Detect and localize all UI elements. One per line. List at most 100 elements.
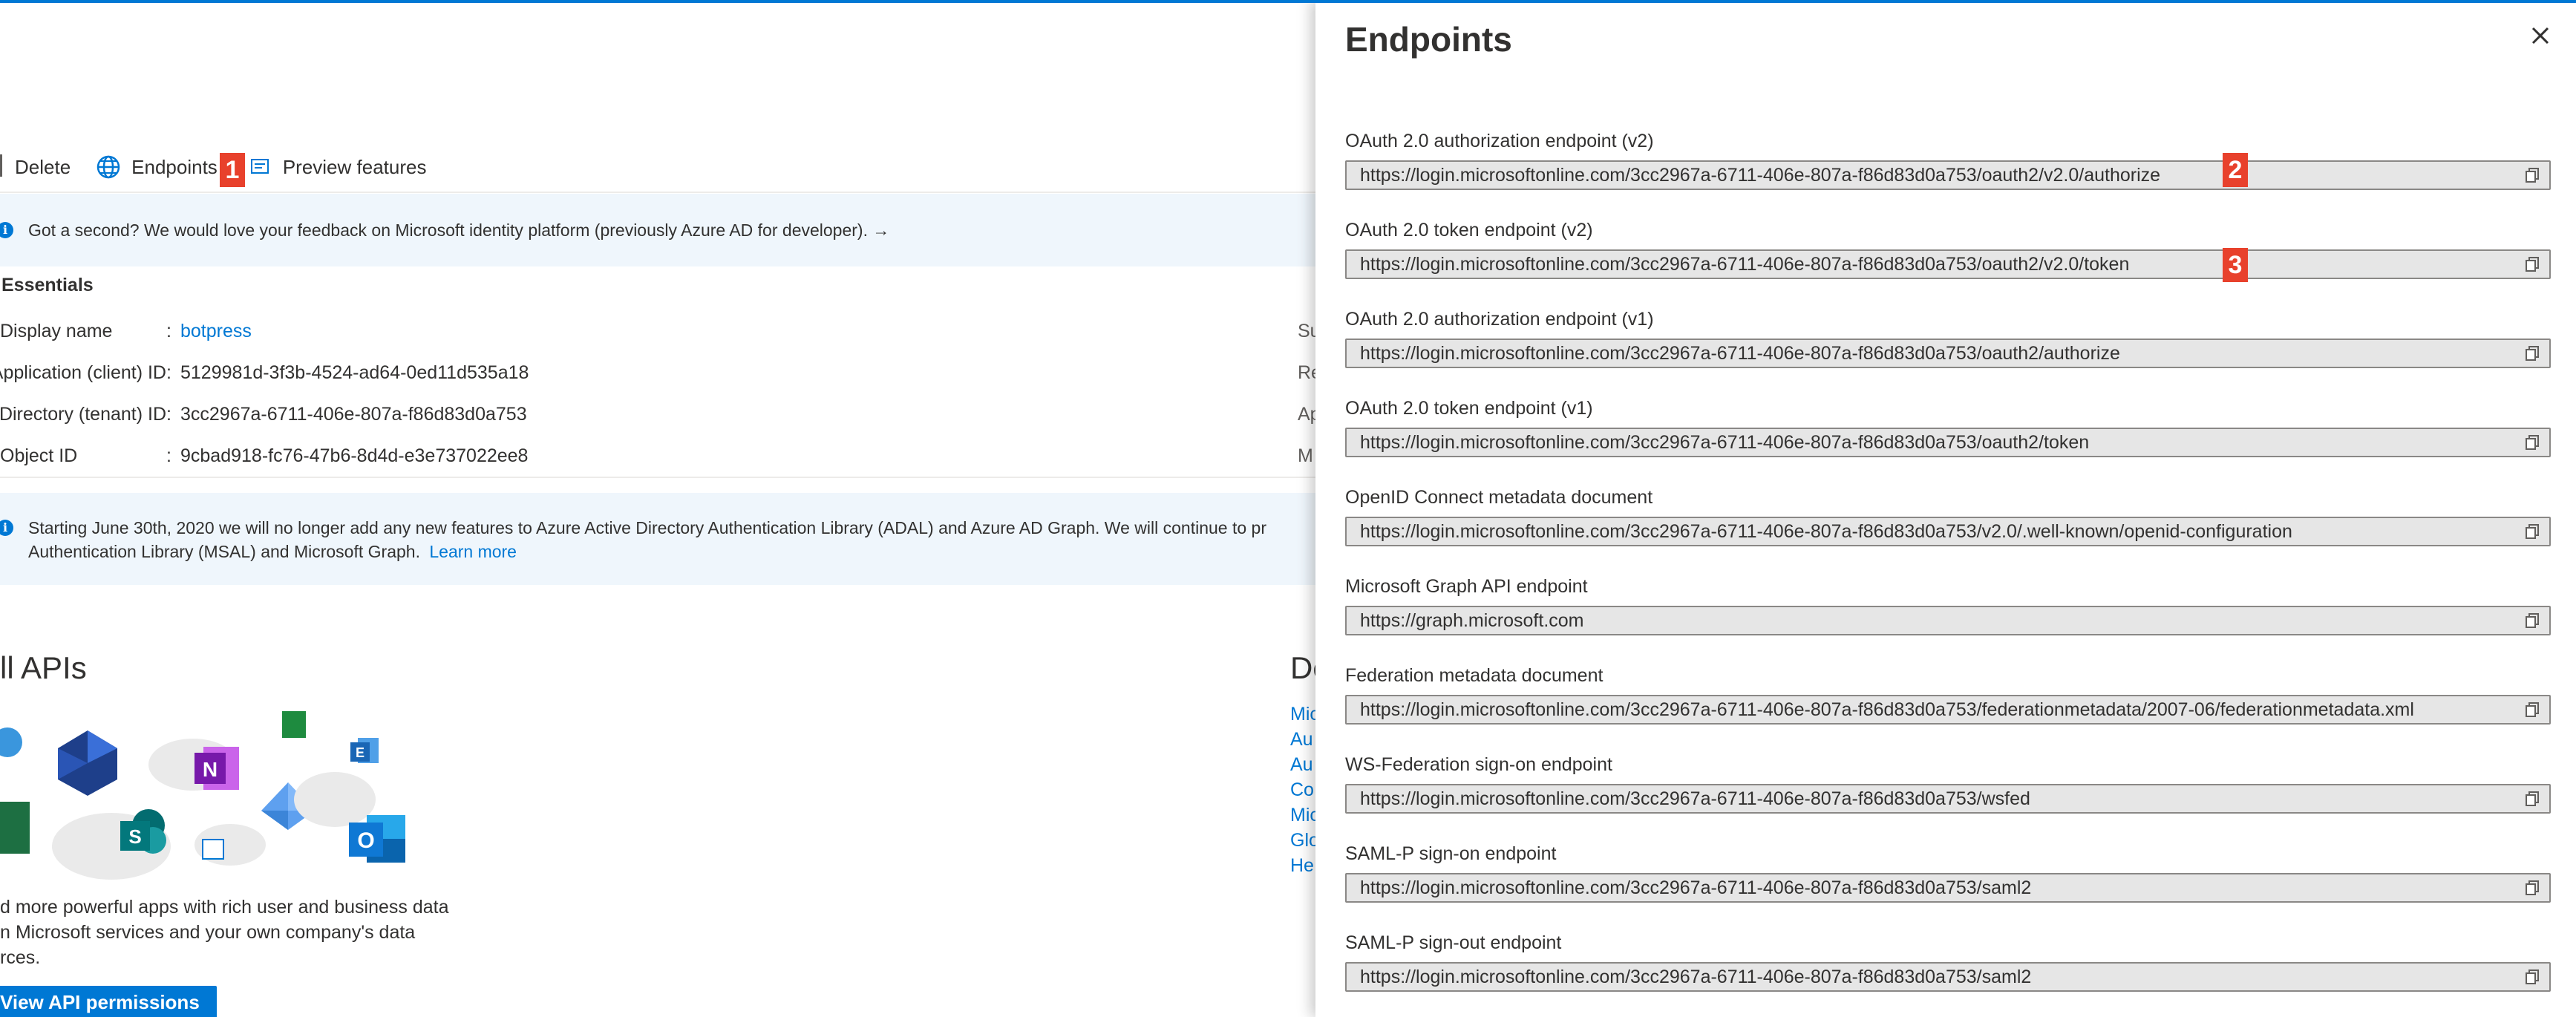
endpoint-label: WS-Federation sign-on endpoint [1345, 754, 1612, 775]
endpoint-label: Microsoft Graph API endpoint [1345, 576, 1588, 597]
info-icon: i [0, 222, 13, 238]
endpoint-url-field[interactable]: https://login.microsoftonline.com/3cc296… [1345, 695, 2551, 725]
endpoint-url-field[interactable]: https://login.microsoftonline.com/3cc296… [1345, 339, 2551, 368]
endpoint-item: SAML-P sign-on endpoint https://login.mi… [1345, 842, 2551, 903]
toolbar-divider [0, 192, 1315, 193]
copy-icon[interactable] [2524, 702, 2540, 718]
endpoint-item: OAuth 2.0 authorization endpoint (v1) ht… [1345, 307, 2551, 368]
copy-icon[interactable] [2524, 434, 2540, 451]
doc-link[interactable]: Mic [1290, 805, 1315, 826]
copy-icon[interactable] [2524, 256, 2540, 272]
doc-link[interactable]: Au [1290, 729, 1313, 751]
annotation-badge-1: 1 [220, 153, 245, 187]
copy-icon[interactable] [2524, 612, 2540, 629]
colon: : [166, 362, 171, 383]
essentials-right-label: Ap [1298, 404, 1315, 425]
essentials-right-label: M [1298, 445, 1313, 466]
essentials-right-label: Su [1298, 321, 1315, 341]
endpoint-url-field[interactable]: https://graph.microsoft.com [1345, 606, 2551, 635]
endpoint-item: WS-Federation sign-on endpoint https://l… [1345, 753, 2551, 814]
colon: : [166, 320, 171, 341]
learn-more-link[interactable]: Learn more [429, 542, 517, 561]
command-bar: Delete Endpoints Preview features [0, 145, 1315, 189]
endpoint-url: https://login.microsoftonline.com/3cc296… [1360, 877, 2032, 898]
essentials-label: Application (client) ID [0, 362, 166, 383]
endpoint-url-field[interactable]: https://login.microsoftonline.com/3cc296… [1345, 160, 2551, 190]
copy-icon[interactable] [2524, 969, 2540, 985]
endpoint-item: OAuth 2.0 token endpoint (v1) https://lo… [1345, 396, 2551, 457]
svg-text:N: N [203, 758, 218, 781]
sharepoint-icon: S [120, 809, 166, 854]
copy-icon[interactable] [2524, 880, 2540, 896]
svg-text:O: O [357, 828, 374, 853]
endpoints-panel: Endpoints OAuth 2.0 authorization endpoi… [1315, 0, 2576, 1017]
essentials-divider [0, 477, 1315, 478]
svg-text:S: S [128, 825, 141, 848]
copy-icon[interactable] [2524, 523, 2540, 540]
essentials-row: Object ID : 9cbad918-fc76-47b6-8d4d-e3e7… [0, 441, 528, 471]
endpoints-label: Endpoints [131, 155, 218, 178]
preview-features-label: Preview features [282, 155, 427, 178]
endpoint-url-field[interactable]: https://login.microsoftonline.com/3cc296… [1345, 517, 2551, 546]
apis-text-line: n Microsoft services and your own compan… [0, 922, 416, 943]
outlook-icon: O [349, 815, 405, 863]
essentials-title: Essentials [1, 275, 94, 295]
endpoint-url-field[interactable]: https://login.microsoftonline.com/3cc296… [1345, 249, 2551, 279]
client-id-value: 5129981d-3f3b-4524-ad64-0ed11d535a18 [180, 362, 529, 383]
delete-label: Delete [15, 155, 71, 178]
feedback-text: Got a second? We would love your feedbac… [28, 220, 890, 240]
endpoint-url-field[interactable]: https://login.microsoftonline.com/3cc296… [1345, 873, 2551, 903]
call-apis-heading: ll APIs [0, 650, 87, 685]
preview-icon [250, 159, 269, 174]
endpoint-item: SAML-P sign-out endpoint https://login.m… [1345, 931, 2551, 992]
copy-icon[interactable] [2524, 345, 2540, 362]
onedrive-icon [0, 727, 22, 757]
endpoint-item: Microsoft Graph API endpoint https://gra… [1345, 575, 2551, 635]
endpoint-label: SAML-P sign-out endpoint [1345, 932, 1562, 953]
top-accent-line [0, 0, 2576, 3]
view-api-permissions-button[interactable]: View API permissions [0, 986, 217, 1017]
endpoint-label: OAuth 2.0 authorization endpoint (v2) [1345, 131, 1654, 151]
doc-link[interactable]: Mic [1290, 704, 1315, 725]
endpoint-url-field[interactable]: https://login.microsoftonline.com/3cc296… [1345, 962, 2551, 992]
endpoint-url-field[interactable]: https://login.microsoftonline.com/3cc296… [1345, 428, 2551, 457]
endpoint-item: OAuth 2.0 token endpoint (v2) https://lo… [1345, 218, 2551, 279]
annotation-badge-3: 3 [2223, 248, 2248, 282]
copy-icon[interactable] [2524, 167, 2540, 183]
display-name-link[interactable]: botpress [180, 321, 252, 342]
doc-link[interactable]: He [1290, 855, 1314, 877]
essentials-row: Application (client) ID : 5129981d-3f3b-… [0, 358, 529, 387]
endpoint-url: https://login.microsoftonline.com/3cc296… [1360, 254, 2130, 275]
endpoint-url: https://login.microsoftonline.com/3cc296… [1360, 521, 2292, 542]
apis-text-line: rces. [0, 947, 41, 968]
delete-button[interactable]: Delete [15, 145, 71, 189]
colon: : [166, 445, 171, 466]
close-icon[interactable] [2526, 21, 2555, 50]
endpoint-label: OAuth 2.0 authorization endpoint (v1) [1345, 309, 1654, 330]
endpoint-label: OAuth 2.0 token endpoint (v2) [1345, 220, 1593, 241]
doc-link[interactable]: Co [1290, 779, 1314, 801]
preview-features-button[interactable]: Preview features [250, 145, 427, 189]
endpoint-url: https://login.microsoftonline.com/3cc296… [1360, 699, 2414, 720]
endpoint-label: Federation metadata document [1345, 665, 1604, 686]
info-icon: i [0, 520, 13, 536]
feedback-banner[interactable]: i Got a second? We would love your feedb… [0, 194, 1315, 266]
directory-icon [202, 839, 224, 860]
documentation-heading: De [1290, 650, 1315, 685]
endpoint-url: https://login.microsoftonline.com/3cc296… [1360, 432, 2090, 453]
endpoint-url: https://login.microsoftonline.com/3cc296… [1360, 788, 2030, 809]
planner-icon [282, 711, 306, 738]
colon: : [166, 403, 171, 425]
endpoint-label: SAML-P sign-on endpoint [1345, 843, 1557, 864]
essentials-right-label: Re [1298, 362, 1315, 383]
endpoints-button[interactable]: Endpoints [96, 145, 218, 189]
endpoint-url-field[interactable]: https://login.microsoftonline.com/3cc296… [1345, 784, 2551, 814]
endpoint-url: https://login.microsoftonline.com/3cc296… [1360, 967, 2032, 987]
endpoint-label: OAuth 2.0 token endpoint (v1) [1345, 398, 1593, 419]
doc-link[interactable]: Au [1290, 754, 1313, 776]
endpoint-url: https://graph.microsoft.com [1360, 610, 1584, 631]
doc-link[interactable]: Glo [1290, 830, 1315, 851]
endpoint-url: https://login.microsoftonline.com/3cc296… [1360, 343, 2120, 364]
copy-icon[interactable] [2524, 791, 2540, 807]
annotation-badge-2: 2 [2223, 153, 2248, 187]
